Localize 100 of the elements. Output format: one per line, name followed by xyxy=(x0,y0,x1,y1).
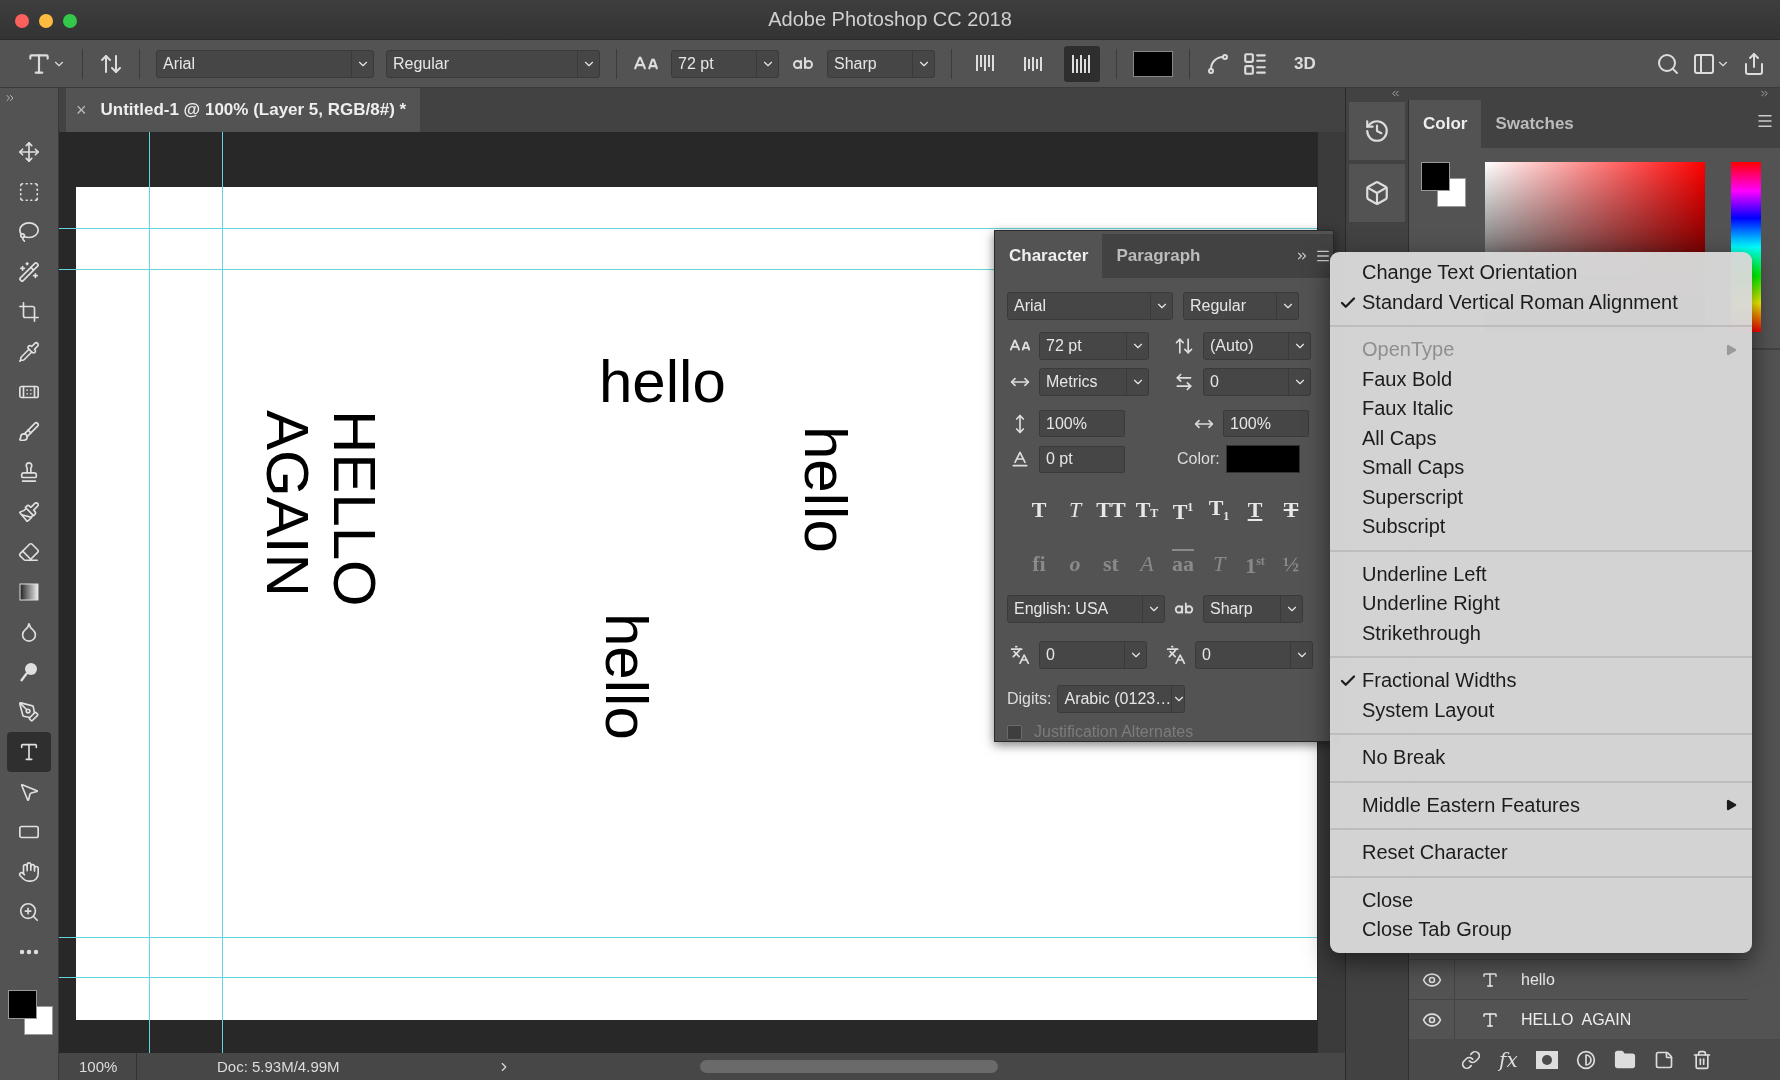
menu-item[interactable]: All Caps xyxy=(1330,423,1752,453)
horizontal-scrollbar[interactable] xyxy=(700,1060,998,1073)
eraser-icon xyxy=(18,541,40,563)
layer-row[interactable]: hello xyxy=(1409,959,1748,999)
color-label: Color: xyxy=(1177,450,1220,468)
menu-item[interactable]: Reset Character xyxy=(1330,838,1752,868)
menu-item[interactable]: Underline Right xyxy=(1330,589,1752,619)
menu-item[interactable]: Middle Eastern Features xyxy=(1330,790,1752,820)
cube-icon xyxy=(1364,180,1390,206)
document-tab[interactable]: × Untitled-1 @ 100% (Layer 5, RGB/8#) * xyxy=(66,88,421,132)
horizontal-scale-field[interactable]: 100% xyxy=(1223,410,1309,437)
vertical-scale-field[interactable]: 100% xyxy=(1039,410,1125,437)
italic-button[interactable]: T xyxy=(1059,493,1091,527)
panel-icon xyxy=(1692,51,1716,76)
menu-item[interactable]: Faux Bold xyxy=(1330,364,1752,394)
text-color-swatch[interactable] xyxy=(1225,445,1300,473)
underline-button[interactable]: T xyxy=(1239,493,1271,527)
tool-button[interactable] xyxy=(7,732,51,772)
font-size-select[interactable]: 72 pt xyxy=(671,49,779,78)
all-caps-button[interactable]: TT xyxy=(1095,493,1127,527)
effects-button[interactable]: fx xyxy=(1499,1047,1518,1072)
expand-icon[interactable] xyxy=(4,92,16,104)
submenu-arrow-icon xyxy=(1724,798,1738,813)
half-circle-icon[interactable] xyxy=(1575,1049,1596,1070)
3d-panel-button[interactable] xyxy=(1349,164,1405,222)
script-icon xyxy=(1166,645,1186,665)
hand-icon xyxy=(18,861,40,883)
close-window-button[interactable] xyxy=(15,14,29,28)
subscript-button[interactable]: T$_{1}$ xyxy=(1203,493,1235,527)
menu-item[interactable]: Standard Vertical Roman Alignment xyxy=(1330,287,1752,317)
bold-button[interactable]: T xyxy=(1023,493,1055,527)
window-title: Adobe Photoshop CC 2018 xyxy=(768,8,1012,31)
gradient-icon xyxy=(18,581,40,603)
panels-icon[interactable] xyxy=(1242,50,1268,77)
menu-item[interactable]: Change Text Orientation xyxy=(1330,258,1752,288)
zoom-level: 100% xyxy=(59,1053,137,1080)
share-icon[interactable] xyxy=(1742,51,1766,76)
magic-wand-icon xyxy=(18,261,40,283)
menu-item[interactable]: Superscript xyxy=(1330,482,1752,512)
kerning-select[interactable]: Metrics xyxy=(1039,368,1149,396)
digits-select[interactable]: Arabic (0123… xyxy=(1057,685,1186,713)
superscript-button[interactable]: T$^{1}$ xyxy=(1167,493,1199,527)
menu-item[interactable]: Subscript xyxy=(1330,512,1752,542)
font-family-select[interactable]: Arial xyxy=(156,49,374,78)
workspace-button[interactable] xyxy=(1692,51,1730,76)
lasso-icon xyxy=(18,221,40,243)
panel-tab[interactable]: Character xyxy=(995,234,1103,278)
menu-item[interactable]: System Layout xyxy=(1330,695,1752,725)
expand-icon[interactable] xyxy=(1759,88,1770,99)
menu-item[interactable]: Close xyxy=(1330,885,1752,915)
font-style-select[interactable]: Regular xyxy=(386,49,600,78)
type-icon xyxy=(1481,1010,1499,1029)
menu-icon[interactable] xyxy=(1315,248,1331,264)
diacritic-select[interactable]: 0 xyxy=(1195,641,1313,669)
menu-item[interactable]: Strikethrough xyxy=(1330,618,1752,648)
maximize-window-button[interactable] xyxy=(63,14,77,28)
close-tab-button[interactable]: × xyxy=(76,99,87,121)
link-icon[interactable] xyxy=(1461,1049,1481,1070)
kashida-select[interactable]: 0 xyxy=(1039,641,1147,669)
mask-icon[interactable] xyxy=(1535,1050,1558,1069)
new-layer-icon[interactable] xyxy=(1653,1049,1674,1070)
menu-item[interactable]: Close Tab Group xyxy=(1330,915,1752,945)
pointer-icon xyxy=(18,781,40,803)
menu-item[interactable]: No Break xyxy=(1330,743,1752,773)
layer-name: HELLO AGAIN xyxy=(1521,1010,1632,1029)
panel-tab[interactable]: Swatches xyxy=(1481,100,1588,148)
tracking-select[interactable]: 0 xyxy=(1203,368,1311,396)
color-swatches-drawing[interactable] xyxy=(1421,162,1467,208)
leading-select[interactable]: (Auto) xyxy=(1203,332,1311,360)
font-style-select[interactable]: Regular xyxy=(1183,292,1299,320)
trash-icon[interactable] xyxy=(1691,1049,1712,1070)
font-size-select[interactable]: 72 pt xyxy=(1039,332,1149,360)
color-swatches-drawing[interactable] xyxy=(8,990,54,1036)
menu-item[interactable]: Underline Left xyxy=(1330,559,1752,589)
antialias-select[interactable]: Sharp xyxy=(1203,595,1303,623)
strikethrough-button[interactable]: T xyxy=(1275,493,1307,527)
align-button[interactable] xyxy=(1064,45,1100,82)
small-caps-button[interactable]: TT xyxy=(1131,493,1163,527)
language-select[interactable]: English: USA xyxy=(1007,595,1165,623)
baseline-shift-field[interactable]: 0 pt xyxy=(1039,445,1125,473)
text-color-swatch[interactable] xyxy=(1133,50,1173,77)
menu-item[interactable]: Small Caps xyxy=(1330,453,1752,483)
folder-icon[interactable] xyxy=(1613,1048,1636,1071)
minimize-window-button[interactable] xyxy=(39,14,53,28)
type-icon xyxy=(1481,970,1499,989)
menu-item[interactable]: Faux Italic xyxy=(1330,394,1752,424)
history-button[interactable] xyxy=(1349,102,1405,160)
history-icon xyxy=(1364,118,1390,144)
up-down-arrow-icon xyxy=(1174,336,1194,356)
panel-tab[interactable]: Paragraph xyxy=(1102,234,1215,278)
font-family-select[interactable]: Arial xyxy=(1007,292,1173,320)
menu-icon[interactable] xyxy=(1756,112,1774,130)
antialias-select[interactable]: Sharp xyxy=(827,49,935,78)
menu-item[interactable]: Fractional Widths xyxy=(1330,666,1752,696)
search-icon[interactable] xyxy=(1656,51,1680,76)
digits-label: Digits: xyxy=(1007,690,1052,708)
document-info: Doc: 5.93M/4.99M xyxy=(216,1058,341,1075)
panel-tab[interactable]: Color xyxy=(1409,100,1482,148)
3d-button[interactable]: 3D xyxy=(1294,53,1316,74)
lollipop-icon xyxy=(18,661,40,683)
